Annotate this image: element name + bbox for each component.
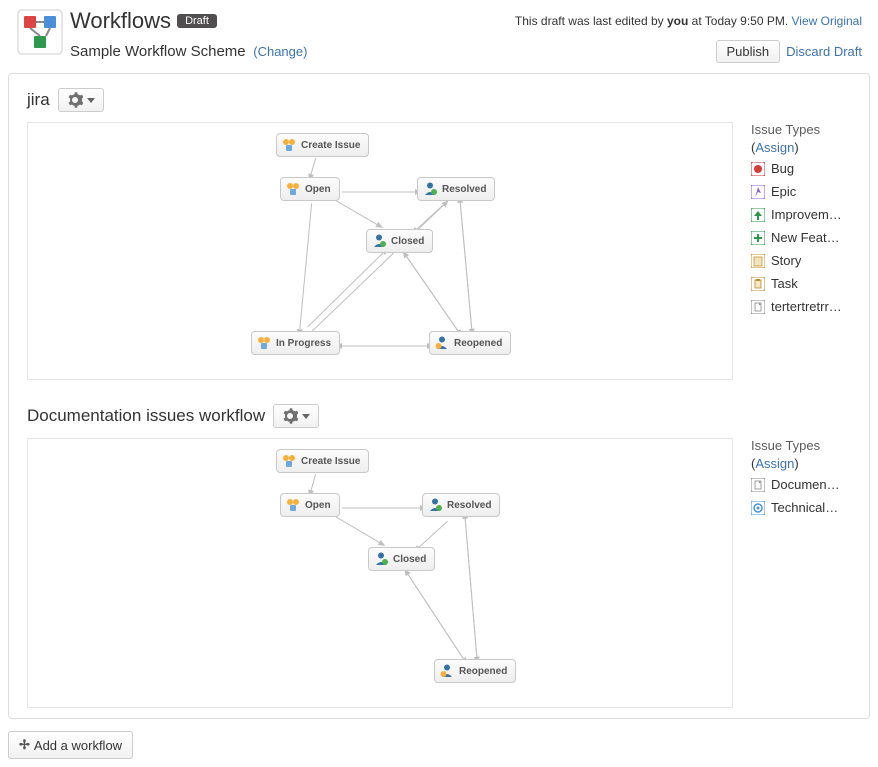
issue-type-icon	[751, 501, 765, 515]
issue-type-item[interactable]: Epic	[751, 184, 851, 199]
state-node[interactable]: Reopened	[429, 331, 511, 355]
gear-icon	[282, 408, 298, 424]
issue-type-item[interactable]: New Feat…	[751, 230, 851, 245]
assign-link[interactable]: Assign	[755, 456, 794, 471]
state-node[interactable]: Closed	[366, 229, 433, 253]
workflow-title: Documentation issues workflow	[27, 406, 265, 426]
plus-icon: ✢	[19, 737, 30, 753]
state-icon	[422, 181, 438, 197]
chevron-down-icon	[302, 414, 310, 419]
issue-type-label: Epic	[771, 184, 796, 199]
state-icon	[285, 181, 301, 197]
issue-type-label: New Feat…	[771, 230, 840, 245]
publish-button[interactable]: Publish	[716, 40, 781, 63]
state-node[interactable]: Open	[280, 493, 340, 517]
change-link[interactable]: (Change)	[253, 44, 307, 59]
state-icon	[256, 335, 272, 351]
state-label: Create Issue	[301, 456, 360, 467]
issue-type-icon	[751, 208, 765, 222]
issue-type-icon	[751, 300, 765, 314]
state-label: Resolved	[442, 184, 486, 195]
add-workflow-button[interactable]: ✢ Add a workflow	[8, 731, 133, 759]
state-label: Closed	[393, 554, 426, 565]
state-icon	[371, 233, 387, 249]
state-node[interactable]: Create Issue	[276, 133, 369, 157]
view-original-link[interactable]: View Original	[792, 14, 862, 28]
workflow-title: jira	[27, 90, 50, 110]
state-label: Reopened	[454, 338, 502, 349]
issue-type-icon	[751, 254, 765, 268]
issue-type-icon	[751, 185, 765, 199]
scheme-name: Sample Workflow Scheme	[70, 43, 246, 60]
workflow-diagram[interactable]: Create Issue Open Resolved Closed In Progres…	[27, 122, 733, 380]
issue-type-label: tertertretrr…	[771, 299, 842, 314]
state-label: Open	[305, 500, 331, 511]
issue-type-item[interactable]: Task	[751, 276, 851, 291]
issue-type-icon	[751, 162, 765, 176]
state-icon	[285, 497, 301, 513]
state-icon	[281, 137, 297, 153]
chevron-down-icon	[87, 98, 95, 103]
workflow-diagram[interactable]: Create Issue Open Resolved Closed Reopened	[27, 438, 733, 708]
issue-type-item[interactable]: Technical…	[751, 500, 851, 515]
issue-type-item[interactable]: tertertretrr…	[751, 299, 851, 314]
issue-type-item[interactable]: Bug	[751, 161, 851, 176]
state-label: Open	[305, 184, 331, 195]
state-icon	[373, 551, 389, 567]
state-node[interactable]: Resolved	[417, 177, 495, 201]
workflow-scheme-icon	[16, 8, 64, 56]
issue-type-item[interactable]: Improvem…	[751, 207, 851, 222]
state-node[interactable]: Reopened	[434, 659, 516, 683]
state-label: In Progress	[276, 338, 331, 349]
issue-type-label: Bug	[771, 161, 794, 176]
issue-type-icon	[751, 277, 765, 291]
issue-types-label: Issue Types	[751, 438, 851, 453]
issue-type-label: Documen…	[771, 477, 840, 492]
state-node[interactable]: Create Issue	[276, 449, 369, 473]
workflow-actions-menu[interactable]	[58, 88, 104, 112]
issue-type-icon	[751, 231, 765, 245]
draft-badge: Draft	[177, 14, 217, 28]
state-label: Closed	[391, 236, 424, 247]
state-label: Create Issue	[301, 140, 360, 151]
state-node[interactable]: Open	[280, 177, 340, 201]
issue-type-label: Technical…	[771, 500, 838, 515]
state-icon	[281, 453, 297, 469]
workflow-actions-menu[interactable]	[273, 404, 319, 428]
discard-draft-link[interactable]: Discard Draft	[786, 44, 862, 59]
state-label: Reopened	[459, 666, 507, 677]
state-icon	[427, 497, 443, 513]
issue-type-item[interactable]: Story	[751, 253, 851, 268]
issue-type-label: Story	[771, 253, 801, 268]
issue-types-label: Issue Types	[751, 122, 851, 137]
issue-type-label: Task	[771, 276, 798, 291]
state-icon	[434, 335, 450, 351]
assign-link[interactable]: Assign	[755, 140, 794, 155]
state-node[interactable]: In Progress	[251, 331, 340, 355]
issue-type-icon	[751, 478, 765, 492]
gear-icon	[67, 92, 83, 108]
edit-info: This draft was last edited by you at Tod…	[515, 14, 862, 28]
state-node[interactable]: Resolved	[422, 493, 500, 517]
issue-type-label: Improvem…	[771, 207, 842, 222]
state-node[interactable]: Closed	[368, 547, 435, 571]
issue-type-item[interactable]: Documen…	[751, 477, 851, 492]
page-title: Workflows	[70, 8, 171, 34]
state-label: Resolved	[447, 500, 491, 511]
state-icon	[439, 663, 455, 679]
